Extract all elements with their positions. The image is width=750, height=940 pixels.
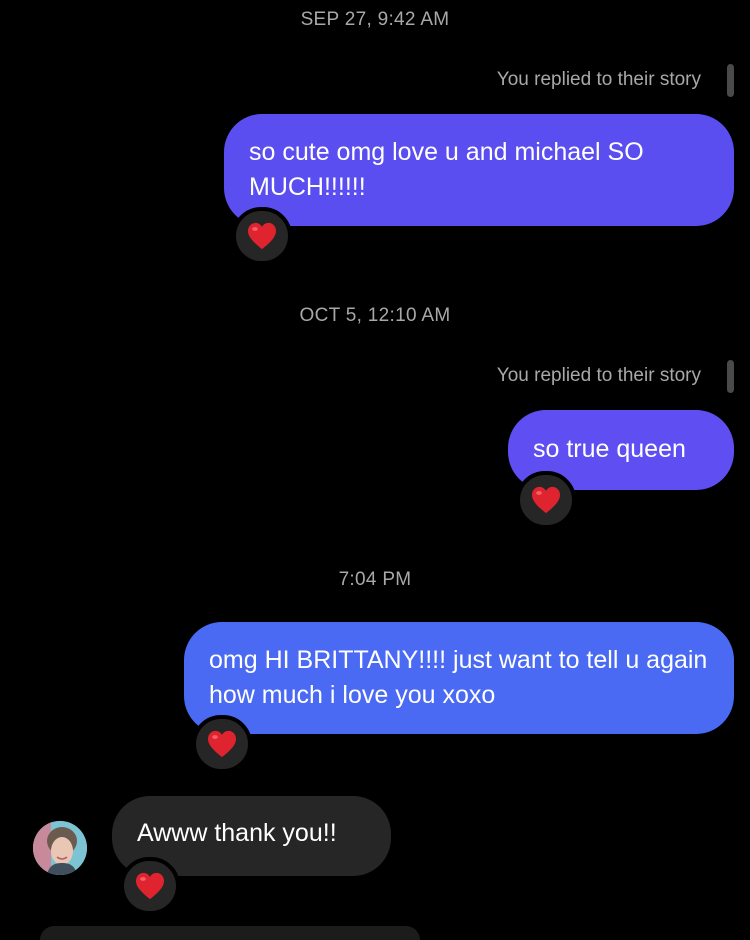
timestamp-oct-5: OCT 5, 12:10 AM (299, 305, 451, 326)
avatar-icon (33, 821, 87, 875)
avatar[interactable] (33, 821, 87, 875)
sent-message-bubble[interactable]: so cute omg love u and michael SO MUCH!!… (224, 114, 734, 226)
heart-icon (208, 730, 236, 758)
timestamp-7-04-pm: 7:04 PM (338, 569, 412, 590)
heart-icon (532, 486, 560, 514)
message-reaction[interactable] (232, 207, 292, 265)
story-reply-note: You replied to their story (496, 365, 701, 386)
next-message-edge (40, 926, 420, 940)
heart-icon (248, 222, 276, 250)
message-reaction[interactable] (516, 471, 576, 529)
sent-message-bubble[interactable]: omg HI BRITTANY!!!! just want to tell u … (184, 622, 734, 734)
timestamp-sep-27: SEP 27, 9:42 AM (300, 9, 450, 30)
story-reply-bar[interactable] (727, 64, 734, 97)
story-reply-note: You replied to their story (496, 69, 701, 90)
heart-icon (136, 872, 164, 900)
message-reaction[interactable] (192, 715, 252, 773)
story-reply-bar[interactable] (727, 360, 734, 393)
message-reaction[interactable] (120, 857, 180, 915)
